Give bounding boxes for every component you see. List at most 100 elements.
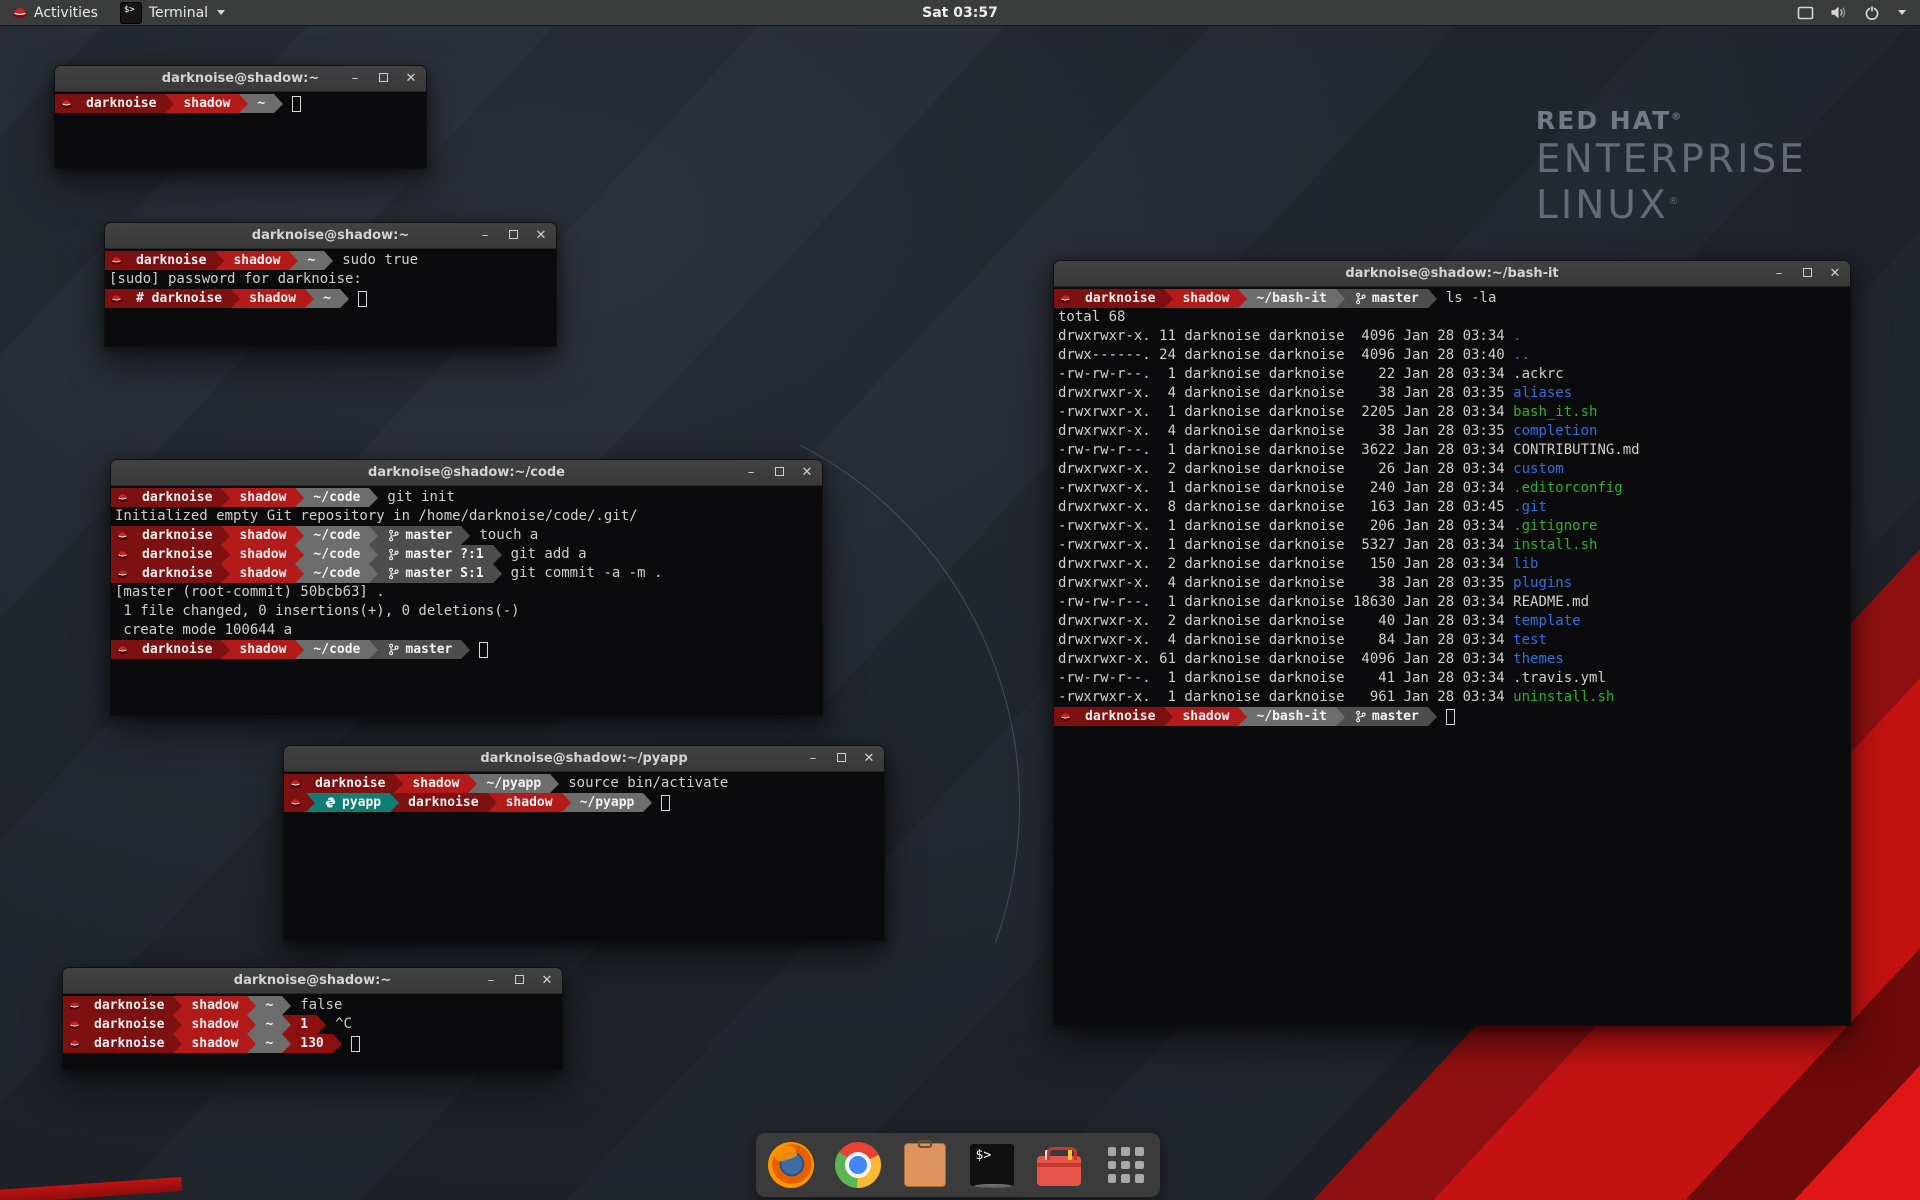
powerline-arrow-icon <box>1164 289 1173 308</box>
terminal-body[interactable]: darknoiseshadow~falsedarknoiseshadow~1^C… <box>63 994 562 1069</box>
dock-firefox-icon[interactable] <box>768 1142 814 1188</box>
power-icon[interactable] <box>1864 5 1880 21</box>
window-titlebar[interactable]: darknoise@shadow:~–✕ <box>63 968 562 994</box>
window-buttons: –✕ <box>348 66 418 91</box>
red-hat-icon <box>116 567 129 580</box>
activities-button[interactable]: Activities <box>0 0 110 25</box>
maximize-button[interactable] <box>1800 267 1814 280</box>
app-menu-terminal[interactable]: $> Terminal <box>110 0 235 25</box>
prompt-segment-label: shadow <box>191 1034 238 1053</box>
window-titlebar[interactable]: darknoise@shadow:~–✕ <box>55 66 426 92</box>
powerline-arrow-icon <box>282 1015 291 1034</box>
minimize-button[interactable]: – <box>806 752 820 765</box>
red-hat-icon <box>289 777 302 790</box>
minimize-button[interactable]: – <box>478 229 492 242</box>
powerline-arrow-icon <box>221 564 230 583</box>
clock: Sat 03:57 <box>0 5 1920 21</box>
prompt-segment-path: ~/pyapp <box>477 774 550 793</box>
prompt-segment-label: ~/code <box>313 545 360 564</box>
close-button[interactable]: ✕ <box>862 752 876 765</box>
red-hat-icon <box>116 548 129 561</box>
minimize-button[interactable]: – <box>484 974 498 987</box>
terminal-body[interactable]: darknoiseshadow~/bash-itmasterls -latota… <box>1054 287 1850 1025</box>
maximize-button[interactable] <box>512 974 526 987</box>
output-line: [master (root-commit) 50bcb63] . <box>111 583 822 602</box>
powerline-arrow-icon <box>295 488 304 507</box>
prompt-segment-exit: 1 <box>291 1015 317 1034</box>
terminal-body[interactable]: darknoiseshadow~/pyappsource bin/activat… <box>284 772 884 940</box>
prompt-segment-hat <box>1054 707 1076 726</box>
window-title: darknoise@shadow:~/code <box>368 465 565 480</box>
prompt-segment-label: darknoise <box>86 94 156 113</box>
terminal-window-home-2: darknoise@shadow:~–✕darknoiseshadow~fals… <box>62 967 563 1070</box>
powerline-arrow-icon <box>295 545 304 564</box>
prompt-segment-label: ~/bash-it <box>1256 289 1326 308</box>
window-title: darknoise@shadow:~ <box>252 228 409 243</box>
prompt-segment-label: shadow <box>191 996 238 1015</box>
git-branch-icon <box>1354 710 1367 723</box>
prompt-segment-label: shadow <box>239 488 286 507</box>
clock-label[interactable]: Sat 03:57 <box>922 5 998 21</box>
command-text: git add a <box>511 545 587 564</box>
filename: plugins <box>1513 575 1572 591</box>
prompt-segment-label: darknoise <box>94 1015 164 1034</box>
powerline-arrow-icon <box>324 251 333 270</box>
dock-file-cabinet-icon[interactable] <box>902 1142 948 1188</box>
close-button[interactable]: ✕ <box>800 466 814 479</box>
output-line: -rw-rw-r--. 1 darknoise darknoise 41 Jan… <box>1054 669 1850 688</box>
powerline-arrow-icon <box>221 488 230 507</box>
prompt-segment-label: master <box>405 640 452 659</box>
dock-app-grid-icon[interactable] <box>1103 1142 1149 1188</box>
window-title: darknoise@shadow:~/bash-it <box>1345 266 1558 281</box>
dock-toolbox-icon[interactable] <box>1036 1142 1082 1188</box>
close-button[interactable]: ✕ <box>1828 267 1842 280</box>
prompt-segment-label: darknoise <box>142 526 212 545</box>
prompt-line: pyappdarknoiseshadow~/pyapp <box>284 793 884 812</box>
prompt-segment-path: ~/code <box>304 545 369 564</box>
maximize-button[interactable] <box>772 466 786 479</box>
window-buttons: –✕ <box>478 223 548 248</box>
maximize-button[interactable] <box>506 229 520 242</box>
window-titlebar[interactable]: darknoise@shadow:~/bash-it – ✕ <box>1054 261 1850 287</box>
prompt-line: # darknoiseshadow~ <box>105 289 556 308</box>
prompt-segment-label: master ?:1 <box>405 545 483 564</box>
close-button[interactable]: ✕ <box>534 229 548 242</box>
prompt-segment-label: ~/pyapp <box>486 774 541 793</box>
prompt-segment-path: ~ <box>256 1015 282 1034</box>
terminal-body[interactable]: darknoiseshadow~ <box>55 92 426 168</box>
window-buttons: –✕ <box>744 460 814 485</box>
system-menu-caret-icon[interactable] <box>1898 10 1906 15</box>
prompt-segment-path: ~/code <box>304 526 369 545</box>
close-button[interactable]: ✕ <box>404 72 418 85</box>
close-button[interactable]: ✕ <box>540 974 554 987</box>
powerline-arrow-icon <box>289 251 298 270</box>
output-line: -rwxrwxr-x. 1 darknoise darknoise 5327 J… <box>1054 536 1850 555</box>
prompt-line: darknoiseshadow~sudo true <box>105 251 556 270</box>
minimize-button[interactable]: – <box>744 466 758 479</box>
volume-icon[interactable] <box>1830 5 1848 20</box>
prompt-segment-path: ~/code <box>304 488 369 507</box>
prompt-segment-hat <box>284 793 306 812</box>
maximize-button[interactable] <box>834 752 848 765</box>
minimize-button[interactable]: – <box>1772 267 1786 280</box>
prompt-segment-label: shadow <box>239 545 286 564</box>
terminal-body[interactable]: darknoiseshadow~/codegit initInitialized… <box>111 486 822 715</box>
filename: .travis.yml <box>1513 670 1606 686</box>
powerline-arrow-icon <box>247 1034 256 1053</box>
git-branch-icon <box>387 643 400 656</box>
window-titlebar[interactable]: darknoise@shadow:~/code–✕ <box>111 460 822 486</box>
window-titlebar[interactable]: darknoise@shadow:~/pyapp–✕ <box>284 746 884 772</box>
powerline-arrow-icon <box>295 526 304 545</box>
powerline-arrow-icon <box>221 526 230 545</box>
maximize-button[interactable] <box>376 72 390 85</box>
minimize-button[interactable]: – <box>348 72 362 85</box>
dock-chrome-icon[interactable] <box>835 1142 881 1188</box>
terminal-body[interactable]: darknoiseshadow~sudo true[sudo] password… <box>105 249 556 346</box>
powerline-arrow-icon <box>369 488 378 507</box>
window-titlebar[interactable]: darknoise@shadow:~–✕ <box>105 223 556 249</box>
display-icon[interactable] <box>1797 6 1814 20</box>
output-line: -rwxrwxr-x. 1 darknoise darknoise 2205 J… <box>1054 403 1850 422</box>
dock-terminal-icon[interactable]: $> <box>969 1142 1015 1188</box>
powerline-arrow-icon <box>333 1034 342 1053</box>
red-hat-icon <box>110 254 123 267</box>
